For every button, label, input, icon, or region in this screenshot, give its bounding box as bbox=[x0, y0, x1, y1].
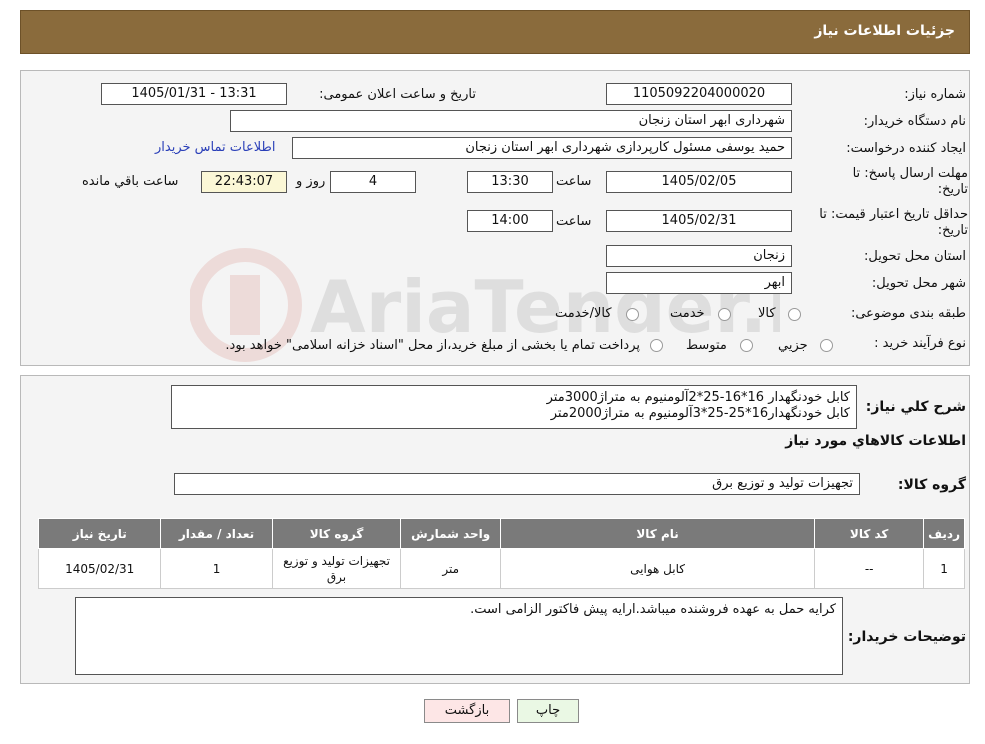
summary-label: شرح كلي نياز: bbox=[865, 399, 966, 415]
days-label: روز و bbox=[296, 174, 326, 189]
table-row: 1 -- کابل هوایی متر تجهیزات تولید و توزی… bbox=[37, 548, 965, 589]
deadline-label: مهلت ارسال پاسخ: تا تاریخ: bbox=[852, 166, 968, 197]
category-radio-goods-service[interactable] bbox=[626, 308, 639, 321]
col-code: کد کالا bbox=[814, 518, 925, 549]
category-label: طبقه بندی موضوعی: bbox=[850, 306, 966, 321]
creator-field: حمید یوسفی مسئول کارپردازی شهرداری ابهر … bbox=[292, 137, 792, 159]
process-label: نوع فرآیند خرید : bbox=[874, 336, 966, 351]
announce-label: تاریخ و ساعت اعلان عمومی: bbox=[319, 87, 476, 102]
province-field: زنجان bbox=[606, 245, 792, 267]
city-label: شهر محل تحویل: bbox=[871, 276, 966, 291]
validity-time-label: ساعت bbox=[556, 214, 592, 229]
remaining-time-field: 22:43:07 bbox=[201, 171, 287, 193]
notes-label: توضیحات خریدار: bbox=[847, 629, 966, 645]
category-option-service: خدمت bbox=[670, 306, 705, 321]
process-option-medium: متوسط bbox=[686, 338, 727, 353]
validity-time-field: 14:00 bbox=[467, 210, 553, 232]
cell-unit: متر bbox=[400, 548, 501, 589]
days-field: 4 bbox=[330, 171, 416, 193]
col-qty: تعداد / مقدار bbox=[160, 518, 273, 549]
category-option-goods-service: کالا/خدمت bbox=[555, 306, 612, 321]
process-radio-minor[interactable] bbox=[820, 339, 833, 352]
col-name: نام کالا bbox=[499, 518, 816, 549]
summary-textarea[interactable]: کابل خودنگهدار 16*16-25*2آلومنیوم به متر… bbox=[171, 385, 857, 429]
process-option-minor: جزیي bbox=[778, 338, 808, 353]
page-title: جزئیات اطلاعات نیاز bbox=[814, 23, 955, 39]
process-note: پرداخت تمام یا بخشی از مبلغ خرید،از محل … bbox=[225, 338, 640, 353]
need-number-label: شماره نیاز: bbox=[904, 87, 966, 102]
category-radio-goods[interactable] bbox=[788, 308, 801, 321]
cell-row: 1 bbox=[923, 548, 965, 589]
contact-buyer-link[interactable]: اطلاعات تماس خریدار bbox=[155, 140, 275, 155]
province-label: استان محل تحویل: bbox=[864, 249, 966, 264]
process-radio-medium[interactable] bbox=[740, 339, 753, 352]
category-radio-service[interactable] bbox=[718, 308, 731, 321]
summary-line-1: کابل خودنگهدار 16*16-25*2آلومنیوم به متر… bbox=[546, 390, 850, 405]
back-button[interactable]: بازگشت bbox=[424, 699, 510, 723]
remaining-label: ساعت باقي مانده bbox=[82, 174, 179, 189]
items-section-title: اطلاعات كالاهاي مورد نياز bbox=[785, 433, 966, 449]
print-button[interactable]: چاپ bbox=[517, 699, 579, 723]
group-field: تجهیزات تولید و توزیع برق bbox=[174, 473, 860, 495]
cell-group: تجهیزات تولید و توزیع برق bbox=[271, 548, 402, 589]
process-radio-treasury[interactable] bbox=[650, 339, 663, 352]
city-field: ابهر bbox=[606, 272, 792, 294]
group-label: گروه کالا: bbox=[897, 477, 966, 493]
col-unit: واحد شمارش bbox=[400, 518, 501, 549]
items-table: رديف کد کالا نام کالا واحد شمارش گروه کا… bbox=[37, 518, 965, 589]
announce-field: 1405/01/31 - 13:31 bbox=[101, 83, 287, 105]
cell-code: -- bbox=[814, 548, 925, 589]
validity-label: حداقل تاریخ اعتبار قیمت: تا تاریخ: bbox=[819, 207, 968, 238]
creator-label: ایجاد کننده درخواست: bbox=[846, 141, 966, 156]
page-header: جزئیات اطلاعات نیاز bbox=[20, 10, 970, 54]
buyer-org-label: نام دستگاه خریدار: bbox=[863, 114, 966, 129]
deadline-time-label: ساعت bbox=[556, 174, 592, 189]
cell-date: 1405/02/31 bbox=[37, 548, 162, 589]
notes-textarea[interactable]: کرایه حمل به عهده فروشنده میباشد.ارایه پ… bbox=[75, 597, 843, 675]
cell-qty: 1 bbox=[160, 548, 273, 589]
validity-date-field: 1405/02/31 bbox=[606, 210, 792, 232]
deadline-time-field: 13:30 bbox=[467, 171, 553, 193]
need-number-field: 1105092204000020 bbox=[606, 83, 792, 105]
deadline-date-field: 1405/02/05 bbox=[606, 171, 792, 193]
category-option-goods: کالا bbox=[758, 306, 776, 321]
col-group: گروه کالا bbox=[271, 518, 402, 549]
col-date: تاریخ نیاز bbox=[37, 518, 162, 549]
summary-line-2: کابل خودنگهدار16*25-25*3آلومنیوم به مترا… bbox=[550, 406, 850, 421]
col-row: رديف bbox=[923, 518, 965, 549]
items-table-header: رديف کد کالا نام کالا واحد شمارش گروه کا… bbox=[37, 518, 965, 549]
cell-name: کابل هوایی bbox=[499, 548, 816, 589]
buyer-org-field: شهرداری ابهر استان زنجان bbox=[230, 110, 792, 132]
